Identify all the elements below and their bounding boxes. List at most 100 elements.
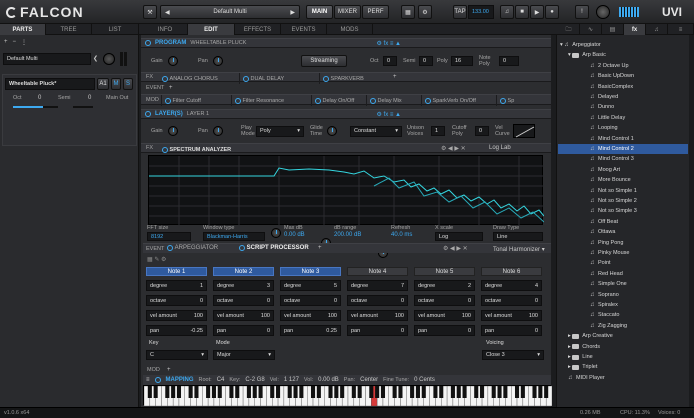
tree-item[interactable]: ♫ Pinky Mouse <box>558 248 688 258</box>
options-icon[interactable]: ⋮ <box>21 39 27 46</box>
black-key[interactable] <box>380 386 386 398</box>
tab-scripts-icon[interactable]: ♫ <box>646 24 668 35</box>
browser-scrollbar[interactable] <box>689 35 694 407</box>
black-key[interactable] <box>340 386 345 398</box>
mod-slot[interactable]: Delay On/Off <box>311 95 366 106</box>
tree-item[interactable]: ♫ 2 Octave Up <box>558 61 688 71</box>
note-vel-field[interactable]: vel amount 100 <box>146 310 207 321</box>
tab-effects[interactable]: EFFECTS <box>235 24 281 35</box>
note-vel-field[interactable]: vel amount 100 <box>280 310 341 321</box>
note-toggle-button[interactable]: Note 2 <box>213 267 274 276</box>
black-key[interactable] <box>398 386 403 398</box>
mod-slot[interactable]: Filter Cutoff <box>161 95 231 106</box>
tree-item[interactable]: ♫ Dunno <box>558 102 688 112</box>
vel-range-value[interactable]: 1 127 <box>284 377 299 383</box>
black-key[interactable] <box>421 386 426 398</box>
add-event-icon[interactable]: + <box>169 85 173 91</box>
black-key[interactable] <box>375 386 380 398</box>
play-mode-select[interactable]: Poly ▾ <box>256 125 304 137</box>
black-key[interactable] <box>293 386 298 398</box>
tree-item[interactable]: ♫ Soprano <box>558 290 688 300</box>
tab-edit[interactable]: EDIT <box>188 24 235 35</box>
gain-knob[interactable] <box>168 55 178 66</box>
tree-item[interactable]: ♫ Point <box>558 258 688 268</box>
mod-power-icon[interactable] <box>165 97 171 104</box>
mod-slot[interactable]: Filter Resonance <box>231 95 311 106</box>
tree-item[interactable]: ♫ Little Delay <box>558 113 688 123</box>
note-pan-field[interactable]: pan 0 <box>347 325 408 336</box>
multi-volume-knob[interactable] <box>103 53 115 65</box>
mod-power-icon[interactable] <box>425 97 431 104</box>
tab-mods[interactable]: MODS <box>327 24 373 35</box>
output-label[interactable]: Main Out <box>106 95 128 101</box>
note-pan-field[interactable]: pan 0 <box>414 325 475 336</box>
fine-tune-value[interactable]: 0 Cents <box>414 377 435 383</box>
note-vel-field[interactable]: vel amount 100 <box>414 310 475 321</box>
event-power-icon[interactable] <box>239 245 245 251</box>
event-slot-script-processor[interactable]: SCRIPT PROCESSOR <box>239 245 309 251</box>
note-octave-field[interactable]: octave 0 <box>347 295 408 306</box>
settings-icon[interactable]: ⚙ <box>418 5 432 19</box>
black-key[interactable] <box>252 386 257 398</box>
black-key[interactable] <box>351 386 356 398</box>
mode-select[interactable]: Major ▾ <box>213 350 275 360</box>
pan-knob[interactable] <box>213 55 223 66</box>
expand-icon[interactable]: ❮ <box>93 55 101 63</box>
black-key[interactable] <box>392 386 397 398</box>
window-type-select[interactable]: Blackman-Harris <box>203 232 265 241</box>
octave-value[interactable]: 0 <box>38 95 41 101</box>
add-mod-icon[interactable]: + <box>167 367 171 373</box>
program-settings-icon[interactable]: ⚙ fx ≡ ▲ <box>377 40 402 47</box>
black-key[interactable] <box>206 386 211 398</box>
tree-item[interactable]: ♫ Mind Control 1 <box>558 134 688 144</box>
black-key[interactable] <box>357 386 362 398</box>
black-key[interactable] <box>229 386 234 398</box>
tree-item[interactable]: ♫ Off Beat <box>558 217 688 227</box>
next-arrow-icon[interactable]: ▶ <box>290 9 295 16</box>
solo-button[interactable]: S <box>123 78 133 90</box>
black-key[interactable] <box>433 386 438 398</box>
tree-item[interactable]: ♫ Not so Simple 3 <box>558 206 688 216</box>
tree-item[interactable]: ♫ Mind Control 3 <box>558 154 688 164</box>
fx-slot-spectrum-analyzer[interactable]: SPECTRUM ANALYZER <box>159 144 269 155</box>
mapping-menu-icon[interactable]: ≡ <box>146 377 150 383</box>
program-power-icon[interactable] <box>145 40 151 46</box>
mod-slot[interactable]: SparkVerb On/Off <box>421 95 496 106</box>
script-toolbar-icons[interactable]: ▦ ✎ ⚙ <box>147 256 166 263</box>
note-toggle-button[interactable]: Note 5 <box>414 267 475 276</box>
tree-item[interactable]: ♫ Delayed <box>558 92 688 102</box>
glide-mode-select[interactable]: Constant ▾ <box>350 125 402 137</box>
preset-selector[interactable]: ◀ Default Multi ▶ <box>160 5 300 19</box>
black-key[interactable] <box>538 386 543 398</box>
tree-item[interactable]: ♫ Not so Simple 1 <box>558 186 688 196</box>
black-key[interactable] <box>415 386 420 398</box>
black-key[interactable] <box>497 386 502 398</box>
black-key[interactable] <box>450 386 455 398</box>
black-key[interactable] <box>474 386 479 398</box>
note-toggle-button[interactable]: Note 6 <box>481 267 542 276</box>
black-key[interactable] <box>276 386 281 398</box>
pan-slider[interactable] <box>73 106 93 108</box>
tree-item[interactable]: ♫ Zig Zagging <box>558 321 688 331</box>
mapping-power-icon[interactable] <box>154 377 161 383</box>
tab-parts[interactable]: PARTS <box>0 24 46 35</box>
unison-field[interactable]: 1 <box>431 126 445 136</box>
volume-slider[interactable] <box>13 106 58 108</box>
tree-folder[interactable]: ▸ Line <box>558 352 688 362</box>
tree-item[interactable]: ♫ BasicComplex <box>558 82 688 92</box>
panic-icon[interactable]: ! <box>575 5 589 19</box>
note-degree-field[interactable]: degree 5 <box>280 280 341 291</box>
tempo-field[interactable]: 133.00 <box>468 5 494 19</box>
fx-power-icon[interactable] <box>323 75 329 82</box>
tab-events[interactable]: EVENTS <box>281 24 327 35</box>
tab-fx-icon[interactable]: fx <box>624 24 646 35</box>
tree-item[interactable]: ♫ Moog Art <box>558 165 688 175</box>
add-event-icon[interactable]: + <box>318 245 322 251</box>
black-key[interactable] <box>171 386 176 398</box>
tree-folder-arp-basic[interactable]: ▾ Arp Basic <box>558 50 688 60</box>
tab-folder-icon[interactable]: 🗀 <box>558 24 580 35</box>
midi-channel[interactable]: A1 <box>97 78 109 90</box>
view-select[interactable]: Log Lab <box>489 145 511 151</box>
black-key[interactable] <box>211 386 216 398</box>
tab-keyboard-icon[interactable]: ▤ <box>602 24 624 35</box>
